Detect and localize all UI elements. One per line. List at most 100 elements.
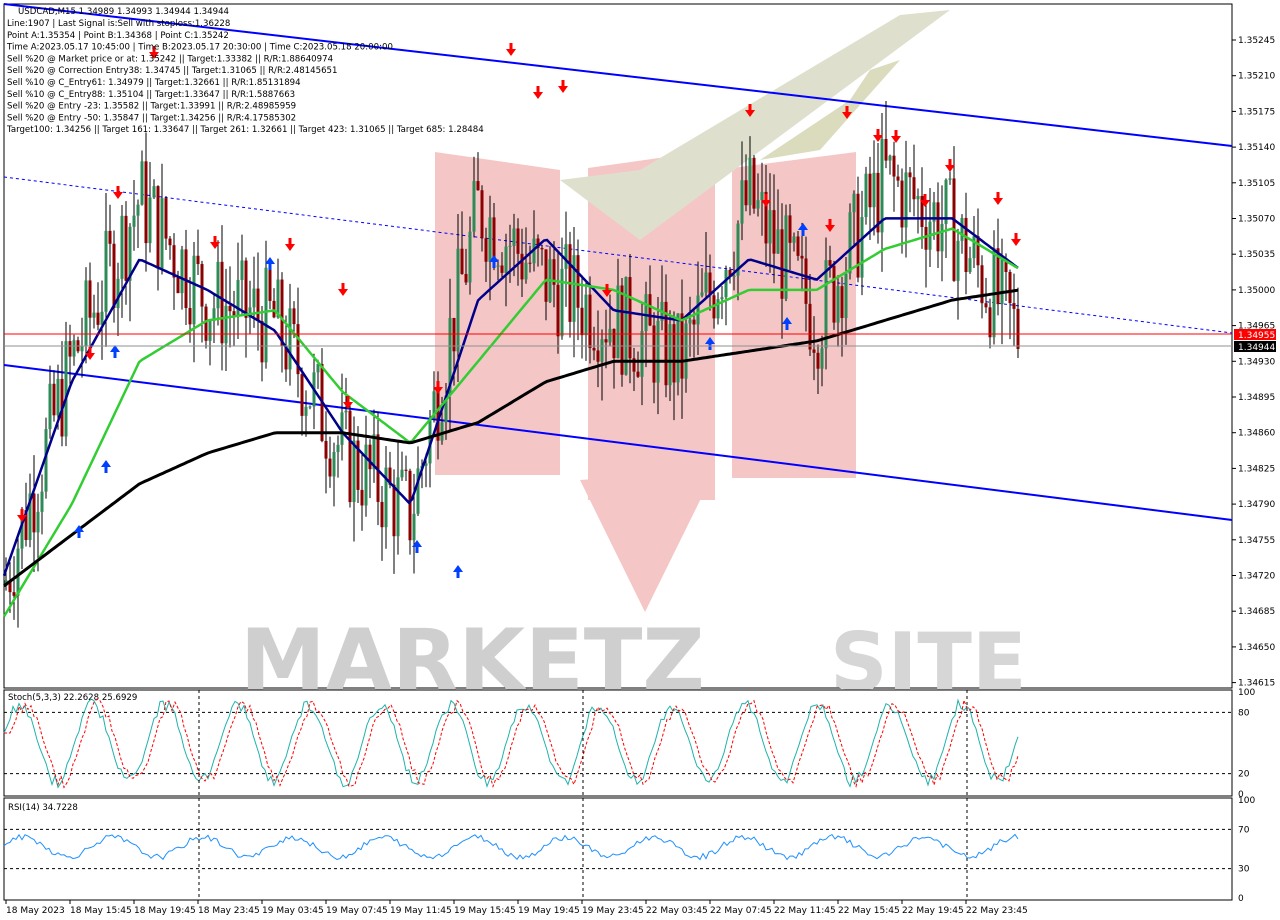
candle-body xyxy=(968,258,972,272)
candle-body xyxy=(496,265,500,267)
candle-body xyxy=(912,177,916,200)
trading-chart[interactable]: MARKETZ SITE USDCAD,M15 1.34989 1.34993 … xyxy=(0,0,1280,920)
candle-body xyxy=(332,452,336,477)
candle-body xyxy=(48,383,52,430)
price-tick-label: 1.35105 xyxy=(1238,179,1275,189)
candle-body xyxy=(776,229,780,254)
info-line: Sell %20 @ Market price or at: 1.35242 |… xyxy=(7,54,333,64)
candle-body xyxy=(940,223,944,252)
candle-body xyxy=(156,186,160,269)
candle-body xyxy=(744,180,748,206)
candle-body xyxy=(264,267,268,363)
candle-body xyxy=(188,308,192,325)
price-tick-label: 1.34720 xyxy=(1238,572,1275,582)
stoch-title: Stoch(5,3,3) 22.2628 25.6929 xyxy=(8,693,137,703)
candle-body xyxy=(668,324,672,386)
candle-body xyxy=(336,444,340,453)
candle-body xyxy=(176,277,180,294)
candle-body xyxy=(564,244,568,269)
candle-body xyxy=(956,240,960,281)
chart-window: MARKETZ SITE USDCAD,M15 1.34989 1.34993 … xyxy=(0,0,1280,920)
info-line: Sell %20 @ Entry -23: 1.35582 || Target:… xyxy=(7,102,296,112)
info-line: Sell %20 @ Correction Entry38: 1.34745 |… xyxy=(7,66,338,76)
candle-body xyxy=(500,265,504,273)
candle-body xyxy=(936,202,940,252)
candle-body xyxy=(604,339,608,343)
candle-body xyxy=(588,294,592,348)
time-tick-label: 19 May 03:45 xyxy=(262,906,324,916)
candle-body xyxy=(844,273,848,318)
candle-body xyxy=(488,217,492,262)
bid-price-label: 1.34944 xyxy=(1238,343,1275,353)
candle-body xyxy=(400,469,404,478)
candle-body xyxy=(520,253,524,280)
candle-body xyxy=(572,255,576,322)
candle-body xyxy=(344,410,348,413)
candle-body xyxy=(704,272,708,293)
info-line: Sell %10 @ C_Entry88: 1.35104 || Target:… xyxy=(7,90,295,100)
candle-body xyxy=(836,286,840,323)
candle-body xyxy=(456,248,460,352)
price-tick-label: 1.34825 xyxy=(1238,464,1275,474)
candle-body xyxy=(200,264,204,307)
candle-body xyxy=(64,341,68,437)
stoch-scale-label: 80 xyxy=(1238,708,1250,718)
candle-body xyxy=(644,294,648,332)
candle-body xyxy=(692,319,696,325)
candle-body xyxy=(780,229,784,299)
candle-body xyxy=(464,273,468,283)
candle-body xyxy=(216,261,220,309)
time-tick-label: 18 May 23:45 xyxy=(198,906,260,916)
candle-body xyxy=(164,198,168,239)
time-tick-label: 18 May 2023 xyxy=(6,906,65,916)
candle-body xyxy=(880,138,884,233)
candle-body xyxy=(204,306,208,341)
candle-body xyxy=(412,513,416,541)
candle-body xyxy=(148,197,152,244)
price-tick-label: 1.35140 xyxy=(1238,143,1275,153)
price-tick-label: 1.35000 xyxy=(1238,286,1275,296)
candle-body xyxy=(864,173,868,218)
candle-body xyxy=(608,328,612,343)
info-line: Target100: 1.34256 || Target 161: 1.3364… xyxy=(6,125,484,135)
candle-body xyxy=(224,305,228,344)
price-tick-label: 1.34755 xyxy=(1238,536,1275,546)
candle-body xyxy=(88,280,92,318)
candle-body xyxy=(980,265,984,304)
candle-body xyxy=(240,260,244,281)
info-line: Point A:1.35354 | Point B:1.34368 | Poin… xyxy=(7,31,229,41)
price-tick-label: 1.34930 xyxy=(1238,357,1275,367)
candle-body xyxy=(872,172,876,208)
candle-body xyxy=(84,280,88,346)
price-tick-label: 1.34650 xyxy=(1238,643,1275,653)
candle-body xyxy=(984,303,988,308)
candle-body xyxy=(32,493,36,533)
candle-body xyxy=(584,294,588,336)
candle-body xyxy=(484,238,488,262)
candle-body xyxy=(268,267,272,301)
time-tick-label: 19 May 23:45 xyxy=(582,906,644,916)
candle-body xyxy=(724,269,728,298)
candle-body xyxy=(924,226,928,250)
candle-body xyxy=(908,172,912,178)
time-tick-label: 18 May 19:45 xyxy=(134,906,196,916)
candle-body xyxy=(36,511,40,533)
rsi-panel[interactable] xyxy=(3,797,1233,901)
candle-body xyxy=(124,215,128,281)
candle-body xyxy=(96,312,100,325)
candle-body xyxy=(40,491,44,512)
current-price-label: 1.34955 xyxy=(1238,331,1275,341)
candle-body xyxy=(860,217,864,278)
candle-body xyxy=(648,294,652,326)
time-tick-label: 22 May 23:45 xyxy=(966,906,1028,916)
candle-body xyxy=(104,230,108,312)
stoch-panel[interactable] xyxy=(3,689,1233,797)
candle-body xyxy=(540,248,544,250)
time-tick-label: 19 May 19:45 xyxy=(518,906,580,916)
candle-body xyxy=(368,444,372,470)
rsi-scale-label: 0 xyxy=(1238,894,1244,904)
candle-body xyxy=(560,268,564,337)
candle-body xyxy=(396,477,400,537)
rsi-scale-label: 100 xyxy=(1238,796,1255,806)
candle-body xyxy=(12,592,16,596)
